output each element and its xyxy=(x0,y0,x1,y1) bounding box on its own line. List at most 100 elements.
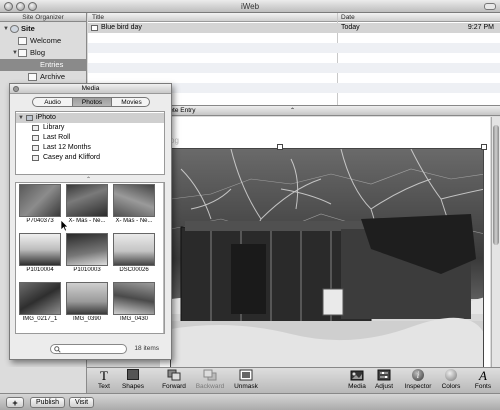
thumbnail-image xyxy=(66,184,108,217)
backward-label: Backward xyxy=(195,383,225,390)
toolbar-toggle-icon[interactable] xyxy=(484,3,496,10)
photo-caption: P1010004 xyxy=(26,267,54,273)
photo-thumbnail[interactable]: X- Mas - Ne... xyxy=(64,184,110,234)
media-search-field[interactable] xyxy=(50,344,127,354)
editor-bar: lete Entry ⌃ xyxy=(160,106,500,116)
source-item-last-roll[interactable]: Last Roll xyxy=(16,133,164,143)
inspector-button[interactable]: i Inspector xyxy=(403,368,433,394)
scrollbar-thumb[interactable] xyxy=(493,125,499,245)
unmask-button[interactable]: Unmask xyxy=(231,368,261,394)
main-toolbar: T Text Shapes Forward Backward Unmask Me… xyxy=(87,367,500,393)
adjust-label: Adjust xyxy=(374,383,394,390)
sidebar-item-label: Entries xyxy=(40,60,64,69)
media-icon xyxy=(350,370,364,381)
photo-thumbnail[interactable]: P1010003 xyxy=(64,233,110,283)
inspector-label: Inspector xyxy=(404,383,432,390)
tab-audio[interactable]: Audio xyxy=(33,98,72,106)
photo-caption: IMG_0217_1 xyxy=(22,316,58,322)
sidebar-item-label: Blog xyxy=(30,48,46,57)
photo-thumbnail[interactable]: P7040373 xyxy=(17,184,63,234)
sidebar-item-archive[interactable]: Archive xyxy=(0,71,86,83)
shapes-button[interactable]: Shapes xyxy=(119,368,147,394)
colors-button[interactable]: Colors xyxy=(439,368,463,394)
colors-icon xyxy=(445,369,457,381)
fonts-button[interactable]: A Fonts xyxy=(471,368,495,394)
resize-handle-icon[interactable] xyxy=(481,144,487,150)
source-label: Library xyxy=(43,124,65,131)
column-header-title[interactable]: Title xyxy=(92,13,104,22)
sidebar-item-entries[interactable]: Entries xyxy=(0,59,86,71)
photo-thumbnail[interactable]: IMG_0390 xyxy=(64,282,110,332)
photo-thumbnail[interactable]: X- Mas - Ne... xyxy=(111,184,157,234)
info-icon: i xyxy=(412,369,424,381)
photo-caption: X- Mas - Ne... xyxy=(68,218,106,224)
forward-label: Forward xyxy=(162,383,186,390)
source-item-iphoto[interactable]: ▼ iPhoto xyxy=(16,113,164,123)
page-canvas[interactable]: og xyxy=(160,117,490,368)
close-icon[interactable] xyxy=(13,86,19,92)
forward-button[interactable]: Forward xyxy=(159,368,189,394)
photo-thumbnail[interactable]: DSC00026 xyxy=(111,233,157,283)
source-item-casey-and-klifford[interactable]: Casey and Klifford xyxy=(16,153,164,163)
photo-grid-scrollbar[interactable] xyxy=(163,183,164,333)
media-panel-title: Media xyxy=(10,84,171,94)
photo-caption: DSC00026 xyxy=(119,267,149,273)
disclosure-triangle-icon[interactable]: ▼ xyxy=(3,23,9,35)
page-icon xyxy=(18,49,27,57)
media-browser-panel: Media Audio Photos Movies ▼ iPhoto Libra… xyxy=(9,83,172,360)
splitter-icon[interactable]: ⌃ xyxy=(290,106,295,116)
sidebar-footer xyxy=(0,367,87,393)
empty-row xyxy=(88,53,500,63)
source-label: Last Roll xyxy=(43,134,71,141)
source-item-library[interactable]: Library xyxy=(16,123,164,133)
photo-caption: IMG_0390 xyxy=(72,316,102,322)
empty-row xyxy=(88,43,500,53)
thumbnail-image xyxy=(66,282,108,315)
shapes-icon xyxy=(127,369,139,380)
photo-grid: P7040373 X- Mas - Ne... X- Mas - Ne... P… xyxy=(15,182,165,334)
calendar-icon xyxy=(32,145,39,151)
tab-movies[interactable]: Movies xyxy=(112,98,149,106)
media-button[interactable]: Media xyxy=(345,368,369,394)
table-row[interactable]: Blue bird day Today 9:27 PM xyxy=(88,23,500,33)
globe-icon xyxy=(10,25,19,33)
blog-photo[interactable] xyxy=(170,148,484,368)
column-header-date[interactable]: Date xyxy=(341,13,355,22)
colors-label: Colors xyxy=(441,383,461,390)
sidebar-item-welcome[interactable]: Welcome xyxy=(0,35,86,47)
photo-thumbnail[interactable]: IMG_0217_1 xyxy=(17,282,63,332)
delete-entry-button[interactable]: lete Entry xyxy=(168,106,195,116)
disclosure-triangle-icon[interactable]: ▼ xyxy=(18,113,24,123)
text-button[interactable]: T Text xyxy=(93,368,115,394)
tab-photos[interactable]: Photos xyxy=(72,98,112,106)
photo-thumbnail[interactable]: IMG_0430 xyxy=(111,282,157,332)
source-item-last-12-months[interactable]: Last 12 Months xyxy=(16,143,164,153)
empty-row xyxy=(88,73,500,83)
roll-icon xyxy=(32,135,39,141)
add-page-button[interactable]: + xyxy=(6,397,24,408)
thumbnail-image xyxy=(113,184,155,217)
sidebar-item-site[interactable]: ▼ Site xyxy=(0,23,86,35)
thumbnail-image xyxy=(19,233,61,266)
thumbnail-image xyxy=(66,233,108,266)
editor-scrollbar[interactable] xyxy=(491,117,500,368)
search-icon xyxy=(54,346,61,353)
photo-thumbnail[interactable]: P1010004 xyxy=(17,233,63,283)
list-header: Title Date xyxy=(88,13,500,22)
unmask-icon xyxy=(239,369,253,381)
backward-icon xyxy=(203,369,217,381)
backward-button[interactable]: Backward xyxy=(194,368,226,394)
thumbnail-image xyxy=(113,282,155,315)
page-icon xyxy=(18,37,27,45)
library-icon xyxy=(32,125,39,131)
adjust-button[interactable]: Adjust xyxy=(372,368,396,394)
source-label: Last 12 Months xyxy=(43,144,91,151)
publish-button[interactable]: Publish xyxy=(30,397,65,408)
resize-handle-icon[interactable] xyxy=(277,144,283,150)
visit-button[interactable]: Visit xyxy=(69,397,94,408)
unmask-label: Unmask xyxy=(234,383,258,390)
sidebar-item-blog[interactable]: ▼ Blog xyxy=(0,47,86,59)
media-item-count: 18 items xyxy=(134,345,159,352)
forward-icon xyxy=(167,369,181,381)
fonts-icon: A xyxy=(479,368,487,383)
